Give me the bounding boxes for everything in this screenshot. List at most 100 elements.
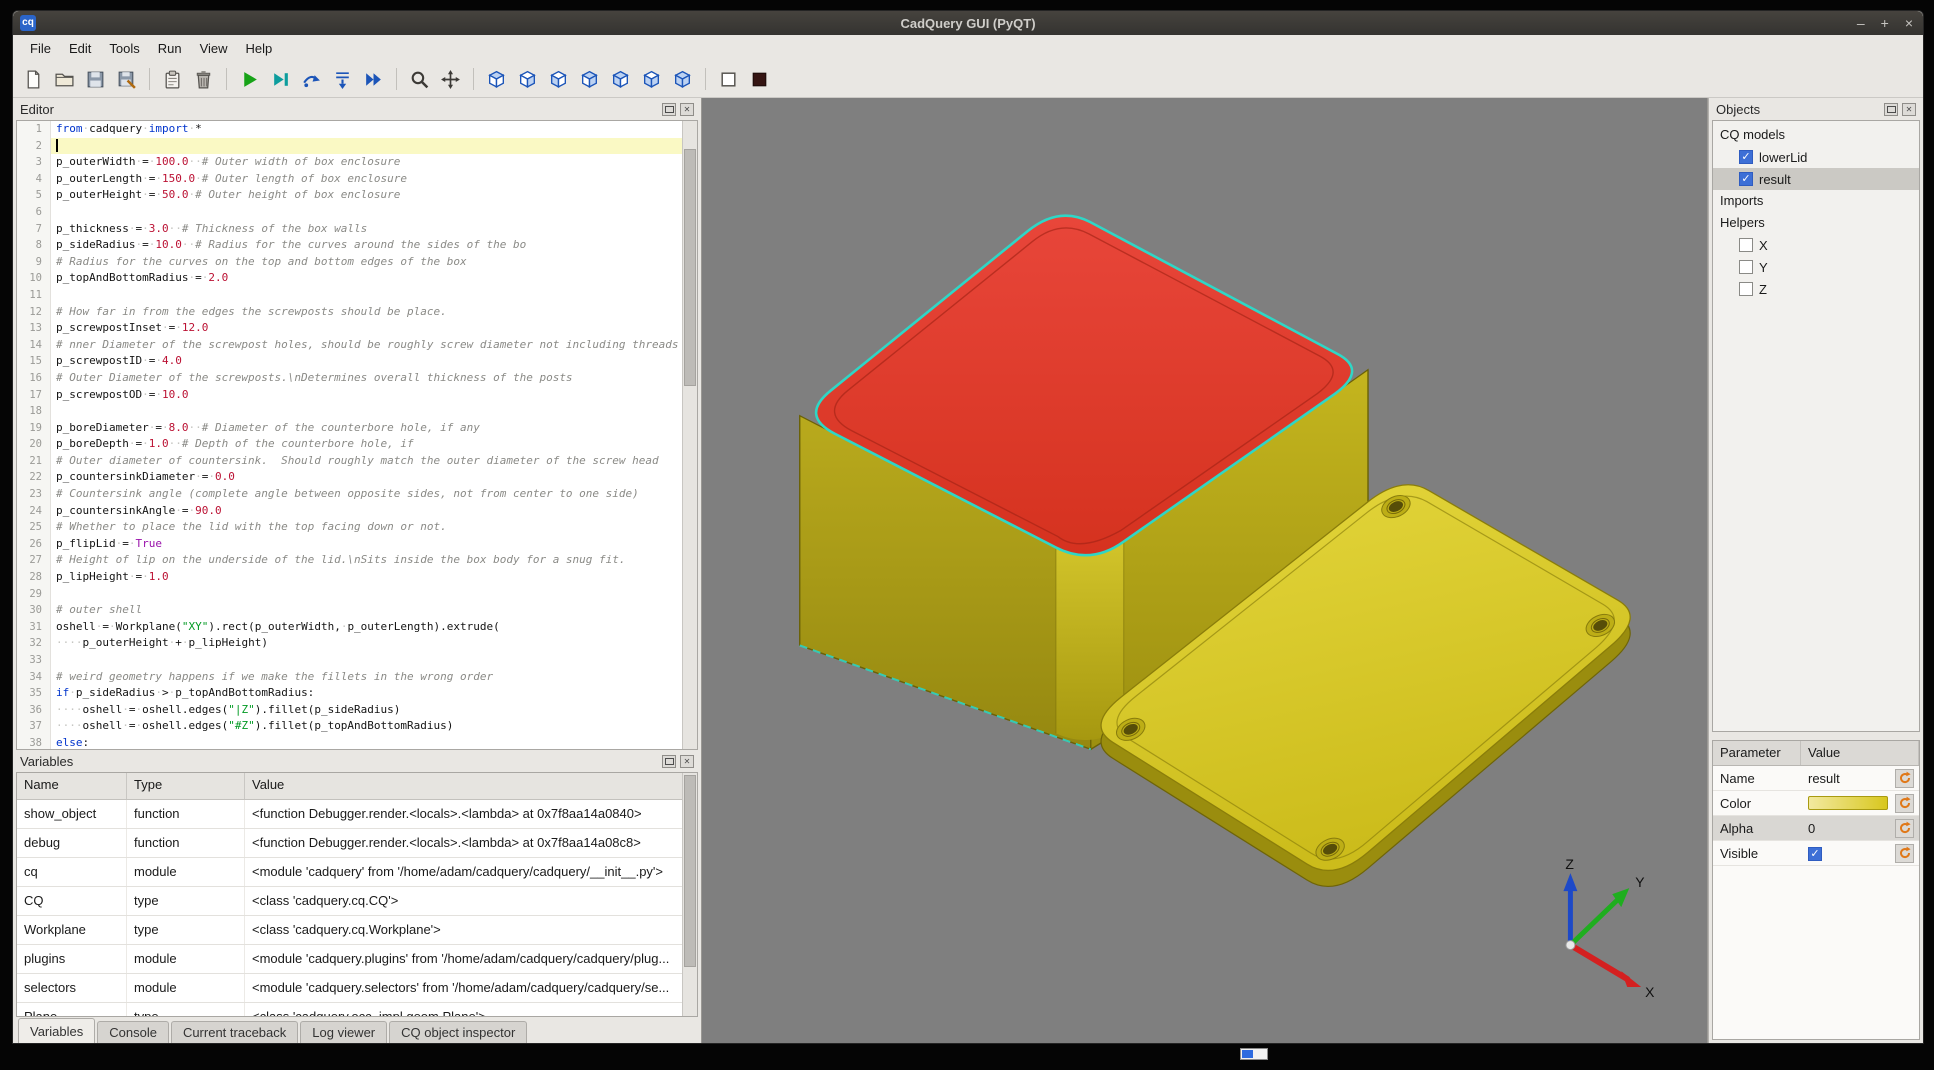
- tree-group-helpers[interactable]: Helpers: [1713, 212, 1919, 234]
- code-line-16[interactable]: 16# Outer Diameter of the screwposts.\nD…: [17, 370, 697, 387]
- unchecked-checkbox[interactable]: [1739, 260, 1753, 274]
- tab-log-viewer[interactable]: Log viewer: [300, 1021, 387, 1043]
- close-panel-icon[interactable]: ✕: [680, 755, 694, 768]
- variable-row-workplane[interactable]: Workplanetype<class 'cadquery.cq.Workpla…: [17, 916, 697, 945]
- code-line-6[interactable]: 6: [17, 204, 697, 221]
- code-editor[interactable]: 1from·cadquery·import·*23p_outerWidth·=·…: [16, 120, 698, 750]
- view-iso-button[interactable]: [669, 66, 696, 93]
- tree-item-y[interactable]: Y: [1713, 256, 1919, 278]
- revert-alpha-button[interactable]: [1895, 819, 1914, 838]
- code-line-17[interactable]: 17p_screwpostOD·=·10.0: [17, 387, 697, 404]
- menu-help[interactable]: Help: [237, 37, 282, 60]
- unchecked-checkbox[interactable]: [1739, 238, 1753, 252]
- code-line-5[interactable]: 5p_outerHeight·=·50.0·# Outer height of …: [17, 187, 697, 204]
- code-line-8[interactable]: 8p_sideRadius·=·10.0··# Radius for the c…: [17, 237, 697, 254]
- undock-panel-icon[interactable]: [1884, 103, 1898, 116]
- variable-row-plane[interactable]: Planetype<class 'cadquery.occ_impl.geom.…: [17, 1003, 697, 1017]
- variables-scrollbar[interactable]: [682, 773, 697, 1016]
- parameter-row-color[interactable]: Color: [1713, 791, 1919, 816]
- view-top-button[interactable]: [545, 66, 572, 93]
- column-header-value[interactable]: Value: [245, 773, 697, 799]
- color-swatch[interactable]: [1808, 796, 1888, 810]
- code-line-9[interactable]: 9# Radius for the curves on the top and …: [17, 254, 697, 271]
- view-bottom-button[interactable]: [576, 66, 603, 93]
- code-line-20[interactable]: 20p_boreDepth·=·1.0··# Depth of the coun…: [17, 436, 697, 453]
- close-panel-icon[interactable]: ✕: [1902, 103, 1916, 116]
- code-line-34[interactable]: 34# weird geometry happens if we make th…: [17, 669, 697, 686]
- code-line-13[interactable]: 13p_screwpostInset·=·12.0: [17, 320, 697, 337]
- code-line-11[interactable]: 11: [17, 287, 697, 304]
- editor-scrollbar-thumb[interactable]: [684, 149, 696, 386]
- code-line-38[interactable]: 38else:: [17, 735, 697, 750]
- code-line-12[interactable]: 12# How far in from the edges the screwp…: [17, 304, 697, 321]
- code-line-18[interactable]: 18: [17, 403, 697, 420]
- tree-item-z[interactable]: Z: [1713, 278, 1919, 300]
- tree-item-x[interactable]: X: [1713, 234, 1919, 256]
- variable-row-plugins[interactable]: pluginsmodule<module 'cadquery.plugins' …: [17, 945, 697, 974]
- code-line-28[interactable]: 28p_lipHeight·=·1.0: [17, 569, 697, 586]
- tab-current-traceback[interactable]: Current traceback: [171, 1021, 298, 1043]
- code-line-32[interactable]: 32····p_outerHeight·+·p_lipHeight): [17, 635, 697, 652]
- variables-scrollbar-thumb[interactable]: [684, 775, 696, 967]
- viewport-3d[interactable]: Z Y X: [701, 98, 1708, 1043]
- tree-group-cq-models[interactable]: CQ models: [1713, 124, 1919, 146]
- tree-group-imports[interactable]: Imports: [1713, 190, 1919, 212]
- code-line-33[interactable]: 33: [17, 652, 697, 669]
- close-panel-icon[interactable]: ✕: [680, 103, 694, 116]
- step-into-button[interactable]: [329, 66, 356, 93]
- code-line-37[interactable]: 37····oshell·=·oshell.edges("#Z").fillet…: [17, 718, 697, 735]
- code-line-21[interactable]: 21# Outer diameter of countersink. Shoul…: [17, 453, 697, 470]
- step-over-button[interactable]: [298, 66, 325, 93]
- checked-checkbox[interactable]: ✓: [1739, 172, 1753, 186]
- undock-panel-icon[interactable]: [662, 103, 676, 116]
- code-line-29[interactable]: 29: [17, 586, 697, 603]
- code-line-27[interactable]: 27# Height of lip on the underside of th…: [17, 552, 697, 569]
- open-file-button[interactable]: [51, 66, 78, 93]
- zoom-button[interactable]: [406, 66, 433, 93]
- menu-run[interactable]: Run: [149, 37, 191, 60]
- menu-tools[interactable]: Tools: [100, 37, 148, 60]
- code-line-3[interactable]: 3p_outerWidth·=·100.0··# Outer width of …: [17, 154, 697, 171]
- parameter-row-visible[interactable]: Visible✓: [1713, 841, 1919, 866]
- delete-button[interactable]: [190, 66, 217, 93]
- revert-visible-button[interactable]: [1895, 844, 1914, 863]
- code-line-15[interactable]: 15p_screwpostID·=·4.0: [17, 353, 697, 370]
- column-header-name[interactable]: Name: [17, 773, 127, 799]
- code-line-31[interactable]: 31oshell·=·Workplane("XY").rect(p_outerW…: [17, 619, 697, 636]
- continue-button[interactable]: [360, 66, 387, 93]
- tab-cq-object-inspector[interactable]: CQ object inspector: [389, 1021, 527, 1043]
- minimize-button[interactable]: –: [1857, 11, 1865, 35]
- variable-row-debug[interactable]: debugfunction<function Debugger.render.<…: [17, 829, 697, 858]
- variable-row-show-object[interactable]: show_objectfunction<function Debugger.re…: [17, 800, 697, 829]
- parameter-row-name[interactable]: Nameresult: [1713, 766, 1919, 791]
- code-line-22[interactable]: 22p_countersinkDiameter·=·0.0: [17, 469, 697, 486]
- revert-name-button[interactable]: [1895, 769, 1914, 788]
- view-left-button[interactable]: [607, 66, 634, 93]
- variable-row-cq[interactable]: CQtype<class 'cadquery.cq.CQ'>: [17, 887, 697, 916]
- menu-edit[interactable]: Edit: [60, 37, 100, 60]
- variable-row-selectors[interactable]: selectorsmodule<module 'cadquery.selecto…: [17, 974, 697, 1003]
- view-back-button[interactable]: [514, 66, 541, 93]
- fit-view-button[interactable]: [437, 66, 464, 93]
- tree-item-result[interactable]: ✓result: [1713, 168, 1919, 190]
- undock-panel-icon[interactable]: [662, 755, 676, 768]
- tab-variables[interactable]: Variables: [18, 1018, 95, 1043]
- code-line-26[interactable]: 26p_flipLid·=·True: [17, 536, 697, 553]
- close-button[interactable]: ×: [1905, 11, 1913, 35]
- code-line-14[interactable]: 14# nner Diameter of the screwpost holes…: [17, 337, 697, 354]
- tab-console[interactable]: Console: [97, 1021, 169, 1043]
- code-line-25[interactable]: 25# Whether to place the lid with the to…: [17, 519, 697, 536]
- maximize-button[interactable]: +: [1881, 11, 1889, 35]
- parameter-row-alpha[interactable]: Alpha0: [1713, 816, 1919, 841]
- code-line-7[interactable]: 7p_thickness·=·3.0··# Thickness of the b…: [17, 221, 697, 238]
- code-line-19[interactable]: 19p_boreDiameter·=·8.0··# Diameter of th…: [17, 420, 697, 437]
- menu-file[interactable]: File: [21, 37, 60, 60]
- variable-row-cq[interactable]: cqmodule<module 'cadquery' from '/home/a…: [17, 858, 697, 887]
- unchecked-checkbox[interactable]: [1739, 282, 1753, 296]
- code-line-30[interactable]: 30# outer shell: [17, 602, 697, 619]
- checked-checkbox[interactable]: ✓: [1739, 150, 1753, 164]
- save-button[interactable]: [82, 66, 109, 93]
- code-line-24[interactable]: 24p_countersinkAngle·=·90.0: [17, 503, 697, 520]
- code-line-2[interactable]: 2: [17, 138, 697, 155]
- revert-color-button[interactable]: [1895, 794, 1914, 813]
